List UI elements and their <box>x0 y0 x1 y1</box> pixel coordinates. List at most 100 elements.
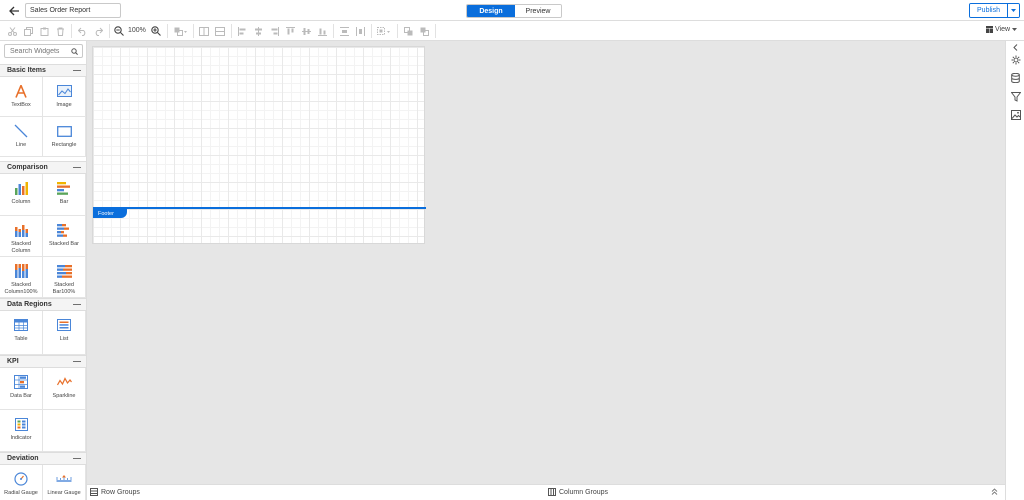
rectangle-icon <box>56 125 72 137</box>
filter-icon[interactable] <box>1009 90 1022 103</box>
widget-stacked-bar[interactable]: Stacked Bar <box>43 216 86 257</box>
split-horizontal-icon[interactable] <box>198 25 210 37</box>
section-data-regions[interactable]: Data Regions — <box>0 298 86 311</box>
publish-dropdown-button[interactable] <box>1007 4 1019 17</box>
list-icon <box>57 319 71 331</box>
section-deviation[interactable]: Deviation — <box>0 452 86 465</box>
widget-sparkline[interactable]: Sparkline <box>43 368 86 410</box>
back-arrow-icon[interactable] <box>7 4 21 17</box>
view-label: View <box>995 26 1011 33</box>
align-center-icon[interactable] <box>252 25 264 37</box>
size-icon[interactable] <box>376 25 392 37</box>
align-top-icon[interactable] <box>284 25 296 37</box>
sparkline-icon <box>56 377 72 386</box>
collapse-icon[interactable]: — <box>73 163 81 172</box>
stacked-bar-icon <box>56 224 69 237</box>
widget-column[interactable]: Column <box>0 174 43 216</box>
widget-rectangle[interactable]: Rectangle <box>43 117 86 157</box>
image-manager-icon[interactable] <box>1009 108 1022 121</box>
widget-label: Indicator <box>10 435 32 441</box>
publish-button[interactable]: Publish <box>970 4 1007 17</box>
section-title: Deviation <box>7 455 39 462</box>
radial-gauge-icon <box>14 472 28 486</box>
split-vertical-icon[interactable] <box>214 25 226 37</box>
widget-table[interactable]: Table <box>0 311 43 355</box>
undo-icon[interactable] <box>76 25 88 37</box>
widget-label: Column <box>11 199 31 205</box>
copy-icon[interactable] <box>22 25 34 37</box>
view-menu-button[interactable]: View <box>986 26 1018 33</box>
widget-label: Image <box>56 102 72 108</box>
align-left-icon[interactable] <box>236 25 248 37</box>
collapse-icon[interactable]: — <box>73 300 81 309</box>
align-bottom-icon[interactable] <box>316 25 328 37</box>
section-kpi[interactable]: KPI — <box>0 355 86 368</box>
publish-group: Publish <box>969 3 1020 18</box>
widget-list[interactable]: List <box>43 311 86 355</box>
widget-label: Stacked Bar100% <box>52 282 76 295</box>
preview-mode-button[interactable]: Preview <box>515 5 561 17</box>
widget-indicator[interactable]: Indicator <box>0 410 43 452</box>
send-backward-icon[interactable] <box>418 25 430 37</box>
widget-textbox[interactable]: TextBox <box>0 77 43 117</box>
top-header: Design Preview Publish <box>0 0 1024 21</box>
arrange-icon[interactable] <box>173 25 189 37</box>
widget-linear-gauge[interactable]: Linear Gauge <box>43 465 86 500</box>
report-page[interactable]: Footer <box>92 46 426 244</box>
indicator-icon <box>14 417 28 431</box>
widgets-panel: Basic Items — TextBox Image Line Rectang… <box>0 41 87 500</box>
align-middle-icon[interactable] <box>300 25 312 37</box>
column-groups-button[interactable]: Column Groups <box>548 488 608 496</box>
distribute-vertical-icon[interactable] <box>338 25 350 37</box>
section-title: Basic Items <box>7 67 46 74</box>
design-mode-button[interactable]: Design <box>467 5 515 17</box>
widget-bar[interactable]: Bar <box>43 174 86 216</box>
collapse-icon[interactable]: — <box>73 454 81 463</box>
paste-icon[interactable] <box>38 25 50 37</box>
widget-label: Sparkline <box>52 393 76 399</box>
align-right-icon[interactable] <box>268 25 280 37</box>
collapse-icon[interactable]: — <box>73 357 81 366</box>
section-basic-items[interactable]: Basic Items — <box>0 64 86 77</box>
widget-line[interactable]: Line <box>0 117 43 157</box>
widget-label: Line <box>15 142 27 148</box>
search-widgets-box <box>4 44 83 58</box>
widget-data-bar[interactable]: Data Bar <box>0 368 43 410</box>
database-icon[interactable] <box>1009 71 1022 84</box>
widget-label: Data Bar <box>10 393 32 399</box>
gear-icon[interactable] <box>1009 53 1022 66</box>
footer-tag[interactable]: Footer <box>93 209 127 218</box>
widget-label: Stacked Column100% <box>4 282 38 295</box>
search-icon[interactable] <box>71 48 78 55</box>
bring-forward-icon[interactable] <box>402 25 414 37</box>
zoom-in-icon[interactable] <box>150 25 162 37</box>
report-name-input[interactable] <box>25 3 121 18</box>
widget-stacked-column[interactable]: Stacked Column <box>0 216 43 257</box>
collapse-icon[interactable]: — <box>73 66 81 75</box>
section-title: KPI <box>7 358 19 365</box>
grouping-bar: Row Groups Column Groups <box>87 484 1005 500</box>
column-chart-icon <box>14 182 28 195</box>
row-groups-button[interactable]: Row Groups <box>90 488 140 496</box>
delete-icon[interactable] <box>54 25 66 37</box>
section-comparison[interactable]: Comparison — <box>0 161 86 174</box>
widget-label: TextBox <box>11 102 31 108</box>
widget-label: Stacked Bar <box>49 241 79 247</box>
widget-image[interactable]: Image <box>43 77 86 117</box>
design-canvas[interactable]: Footer <box>87 41 1005 484</box>
widget-stacked-column-100[interactable]: Stacked Column100% <box>0 257 43 298</box>
view-icon <box>986 26 993 33</box>
zoom-out-icon[interactable] <box>113 25 125 37</box>
stacked-bar-100-icon <box>56 265 72 278</box>
search-widgets-input[interactable] <box>5 45 69 57</box>
cut-icon[interactable] <box>6 25 18 37</box>
double-chevron-up-icon[interactable] <box>991 488 998 497</box>
toolbar: 100% View <box>0 21 1024 41</box>
bar-chart-icon <box>56 182 70 195</box>
redo-icon[interactable] <box>92 25 104 37</box>
textbox-icon <box>15 84 27 98</box>
distribute-horizontal-icon[interactable] <box>354 25 366 37</box>
footer-separator[interactable] <box>93 207 426 209</box>
widget-radial-gauge[interactable]: Radial Gauge <box>0 465 43 500</box>
widget-stacked-bar-100[interactable]: Stacked Bar100% <box>43 257 86 298</box>
